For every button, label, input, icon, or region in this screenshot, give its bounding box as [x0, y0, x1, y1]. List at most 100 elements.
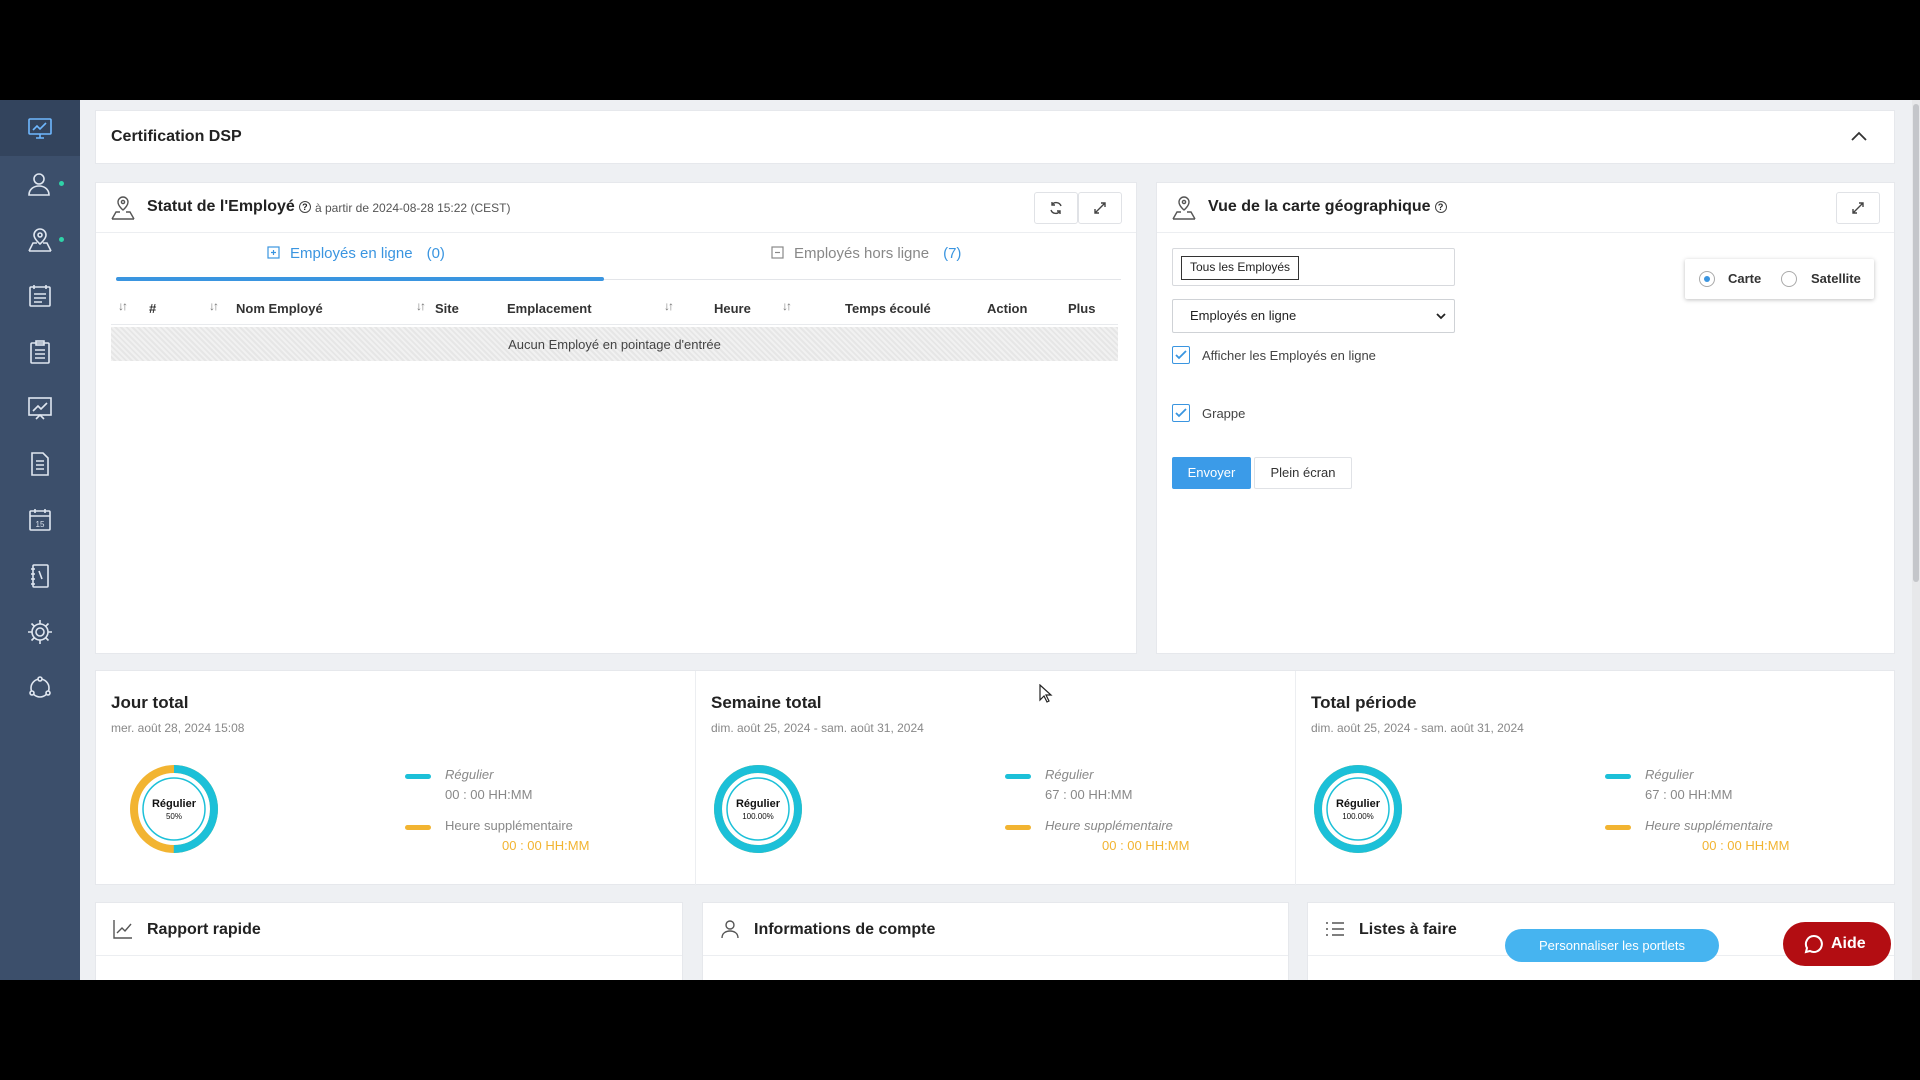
total-date: mer. août 28, 2024 15:08	[111, 721, 245, 735]
cluster-label: Grappe	[1202, 406, 1246, 421]
status-tabs: Employés en ligne (0) Employés hors ligne…	[116, 245, 1121, 269]
user-icon	[721, 920, 739, 939]
regular-value: 67 : 00 HH:MM	[1045, 787, 1133, 802]
refresh-button[interactable]	[1034, 192, 1078, 224]
sidebar: 15	[0, 100, 80, 980]
show-online-label: Afficher les Employés en ligne	[1202, 348, 1376, 363]
regular-legend-label: Régulier	[445, 767, 494, 782]
page-scrollbar[interactable]	[1912, 100, 1920, 980]
sort-icon[interactable]: ↓↑	[209, 299, 219, 313]
regular-legend-label: Régulier	[1045, 767, 1094, 782]
sidebar-item-tasks[interactable]	[0, 324, 80, 380]
panel-title: Statut de l'Employé?	[147, 198, 311, 216]
map-user-icon	[111, 196, 135, 220]
info-icon[interactable]: ?	[298, 200, 311, 213]
app-frame: 15 Certification DSP Statut de l'Employé…	[0, 100, 1920, 980]
help-button[interactable]: Aide	[1783, 922, 1891, 966]
expand-button[interactable]	[1078, 192, 1122, 224]
sort-icon[interactable]: ↓↑	[416, 299, 426, 313]
map-type-radio-satellite[interactable]	[1781, 271, 1797, 287]
column-header-action: Action	[987, 301, 1028, 316]
sort-icon[interactable]: ↓↑	[664, 299, 674, 313]
geo-map-panel: Vue de la carte géographique? Tous les E…	[1156, 182, 1895, 654]
tab-online-employees[interactable]: Employés en ligne (0)	[267, 245, 445, 262]
sidebar-status-dot	[59, 237, 64, 242]
donut-label: Régulier	[1336, 798, 1381, 810]
sidebar-item-map[interactable]	[0, 212, 80, 268]
card-title: Listes à faire	[1359, 921, 1457, 938]
sidebar-item-settings[interactable]	[0, 604, 80, 660]
overtime-legend-swatch	[1005, 825, 1031, 830]
chevron-up-icon[interactable]	[1850, 129, 1868, 143]
quick-report-card: Rapport rapide	[95, 902, 683, 980]
sidebar-status-dot	[59, 181, 64, 186]
show-online-checkbox[interactable]	[1172, 346, 1190, 364]
donut-label: Régulier	[152, 798, 197, 810]
map-type-label-satellite: Satellite	[1811, 271, 1861, 286]
sidebar-item-dashboard[interactable]	[0, 100, 80, 156]
overtime-legend-swatch	[405, 825, 431, 830]
check-icon	[1175, 350, 1187, 360]
total-date: dim. août 25, 2024 - sam. août 31, 2024	[711, 721, 924, 735]
tab-offline-employees[interactable]: Employés hors ligne (7)	[771, 245, 961, 262]
total-title: Semaine total	[711, 693, 822, 712]
integrations-icon	[29, 676, 51, 698]
employee-filter-tag[interactable]: Tous les Employés	[1181, 256, 1300, 280]
sidebar-item-users[interactable]	[0, 156, 80, 212]
overtime-value: 00 : 00 HH:MM	[1102, 838, 1190, 853]
donut-percent: 100.00%	[1342, 812, 1374, 821]
column-header-number[interactable]: #	[149, 301, 156, 316]
column-header-employee-name[interactable]: Nom Employé	[236, 301, 323, 316]
expand-button[interactable]	[1836, 192, 1880, 224]
column-header-site[interactable]: Site	[435, 301, 459, 316]
table-header: ↓↑ # ↓↑ Nom Employé ↓↑ Site Emplacement …	[111, 293, 1118, 325]
sidebar-item-reports[interactable]	[0, 380, 80, 436]
sidebar-item-notebook[interactable]	[0, 548, 80, 604]
cluster-checkbox[interactable]	[1172, 404, 1190, 422]
employee-status-select[interactable]: Employés en ligne	[1172, 299, 1455, 333]
employee-filter-input[interactable]: Tous les Employés	[1172, 248, 1455, 286]
submit-button[interactable]: Envoyer	[1172, 457, 1251, 489]
timesheet-icon	[29, 285, 51, 307]
info-icon[interactable]: ?	[1434, 200, 1447, 213]
sort-icon[interactable]: ↓↑	[118, 299, 128, 313]
donut-chart: Régulier 100.00%	[714, 765, 802, 853]
chevron-down-icon	[1436, 313, 1446, 320]
regular-legend-swatch	[1005, 774, 1031, 779]
regular-legend-swatch	[1605, 774, 1631, 779]
column-header-location[interactable]: Emplacement	[507, 301, 592, 316]
sign-out-icon	[771, 246, 784, 259]
customize-portlets-button[interactable]: Personnaliser les portlets	[1505, 929, 1719, 962]
overtime-value: 00 : 00 HH:MM	[1702, 838, 1790, 853]
total-week: Semaine total dim. août 25, 2024 - sam. …	[696, 671, 1296, 886]
total-title: Total période	[1311, 693, 1417, 712]
svg-text:15: 15	[36, 520, 45, 529]
overtime-legend-swatch	[1605, 825, 1631, 830]
map-type-label-carte: Carte	[1728, 271, 1762, 286]
column-header-more: Plus	[1068, 301, 1096, 316]
panel-subtitle: à partir de 2024-08-28 15:22 (CEST)	[315, 201, 511, 215]
overtime-value: 00 : 00 HH:MM	[502, 838, 590, 853]
card-title: Informations de compte	[754, 921, 936, 938]
sidebar-item-integrations[interactable]	[0, 660, 80, 716]
totals-card: Jour total mer. août 28, 2024 15:08 Régu…	[95, 670, 1895, 886]
calendar-icon: 15	[29, 509, 51, 531]
chat-bubble-icon	[1804, 934, 1823, 954]
map-type-radio-carte[interactable]	[1699, 271, 1715, 287]
donut-percent: 100.00%	[742, 812, 774, 821]
help-label: Aide	[1831, 935, 1866, 952]
certification-card: Certification DSP	[95, 110, 1895, 164]
donut-chart: Régulier 100.00%	[1314, 765, 1402, 853]
sort-icon[interactable]: ↓↑	[782, 299, 792, 313]
map-type-control: Carte Satellite	[1685, 259, 1874, 299]
overtime-legend-label: Heure supplémentaire	[1045, 818, 1173, 833]
fullscreen-button[interactable]: Plein écran	[1254, 457, 1352, 489]
donut-label: Régulier	[736, 798, 781, 810]
donut-percent: 50%	[166, 812, 182, 821]
column-header-elapsed[interactable]: Temps écoulé	[845, 301, 931, 316]
sidebar-item-calendar[interactable]: 15	[0, 492, 80, 548]
sidebar-item-documents[interactable]	[0, 436, 80, 492]
sign-in-icon	[267, 246, 280, 259]
sidebar-item-timesheet[interactable]	[0, 268, 80, 324]
column-header-time[interactable]: Heure	[714, 301, 751, 316]
